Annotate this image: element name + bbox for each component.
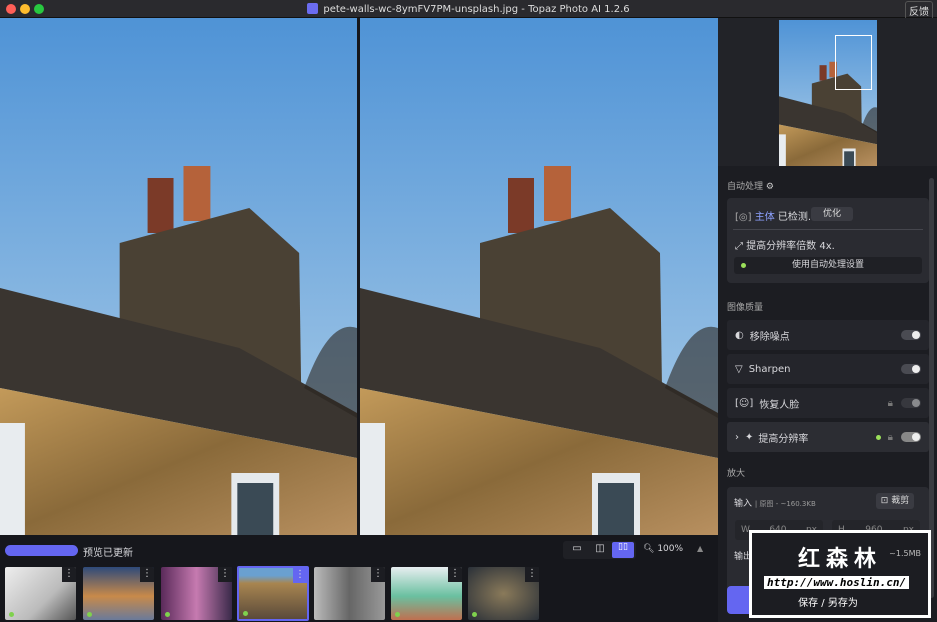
thumbnail[interactable]: ⋮ — [83, 567, 154, 620]
remove-noise-toggle[interactable] — [901, 330, 921, 340]
upscale-toggle[interactable] — [901, 432, 921, 442]
filter-label: 移除噪点 — [749, 331, 790, 343]
thumbnail[interactable]: ⋮ — [314, 567, 385, 620]
upscale-arrow-icon: ⤢ — [735, 241, 743, 252]
more-icon[interactable]: ⋮ — [218, 567, 232, 582]
preview-progress-bar — [5, 545, 78, 556]
watermark-url: http://www.hoslin.cn/ — [764, 576, 910, 589]
thumbnail-selected[interactable]: ⋮ — [237, 566, 309, 621]
more-icon[interactable]: ⋮ — [62, 567, 76, 582]
more-icon[interactable]: ⋮ — [140, 567, 154, 582]
sharpen-toggle[interactable] — [901, 364, 921, 374]
filter-label: 提高分辨率 — [758, 433, 809, 445]
subject-link[interactable]: 主体 — [755, 212, 775, 223]
filter-upscale[interactable]: › ✦ 提高分辨率 🔒︎ — [727, 422, 929, 452]
filter-face-recovery[interactable]: [☺] 恢复人脸 🔒︎ — [727, 388, 929, 418]
more-icon[interactable]: ⋮ — [448, 567, 462, 582]
zoom-value: 100% — [657, 544, 684, 554]
input-label: 输入 — [734, 499, 753, 509]
more-icon[interactable]: ⋮ — [525, 567, 539, 582]
auto-section-title: 自动处理 ⚙ — [727, 182, 774, 192]
title-bar: pete-walls-wc-8ymFV7PM-unsplash.jpg - To… — [0, 0, 937, 20]
enlarge-section-title: 放大 — [727, 469, 746, 479]
collapse-up-icon[interactable]: ▲ — [697, 544, 703, 553]
filter-label: Sharpen — [748, 363, 791, 375]
thumbnail[interactable]: ⋮ — [161, 567, 232, 620]
processed-preview[interactable] — [360, 18, 718, 535]
save-label: 保存 / 另存为 — [798, 598, 858, 609]
window-title-text: pete-walls-wc-8ymFV7PM-unsplash.jpg - To… — [323, 4, 630, 15]
lock-icon: 🔒︎ — [887, 431, 893, 443]
status-dot — [165, 612, 170, 617]
crop-label: 裁剪 — [891, 496, 910, 506]
status-dot — [472, 612, 477, 617]
zoom-control[interactable]: 🔍︎ 100% — [643, 544, 683, 554]
thumbnail[interactable]: ⋮ — [468, 567, 539, 620]
gear-icon[interactable]: ⚙ — [766, 182, 774, 192]
status-dot — [741, 263, 746, 268]
lock-icon: 🔒︎ — [887, 397, 893, 409]
face-icon: [☺] — [735, 397, 754, 409]
quality-section-title: 图像质量 — [727, 303, 764, 313]
filter-remove-noise[interactable]: ◐ 移除噪点 — [727, 320, 929, 350]
noise-icon: ◐ — [735, 329, 744, 341]
filter-label: 恢复人脸 — [759, 399, 800, 411]
navigator-viewport[interactable] — [835, 35, 872, 90]
single-view-icon[interactable]: ▭ — [567, 543, 587, 557]
face-recovery-toggle[interactable] — [901, 398, 921, 408]
auto-card: [◎] 主体 已检测. 优化 ⤢ 提高分辨率倍数 4x. 使用自动处理设置 — [727, 198, 929, 283]
thumbnail[interactable]: ⋮ — [391, 567, 462, 620]
more-icon[interactable]: ⋮ — [371, 567, 385, 582]
upscale-info: 提高分辨率倍数 4x. — [746, 241, 835, 252]
use-auto-label: 使用自动处理设置 — [791, 260, 864, 270]
optimize-button[interactable]: 优化 — [811, 207, 853, 221]
chevron-right-icon: › — [735, 431, 739, 443]
side-by-side-view-icon[interactable]: ▯▯ — [612, 542, 634, 558]
zoom-icon: 🔍︎ — [643, 544, 655, 554]
view-mode-group: ▭ ◫ ▯▯ — [563, 541, 636, 559]
status-dot — [395, 612, 400, 617]
active-dot — [876, 434, 881, 440]
subject-detect-icon: [◎] — [735, 212, 752, 223]
input-meta: | 原图 - ~160.3KB — [754, 500, 816, 508]
crop-icon: ⊡ — [880, 496, 889, 506]
use-auto-settings-button[interactable]: 使用自动处理设置 — [734, 257, 922, 274]
original-preview[interactable] — [0, 18, 357, 535]
thumbnail[interactable]: ⋮ — [5, 567, 76, 620]
sparkle-icon: ✦ — [745, 431, 754, 443]
status-dot — [87, 612, 92, 617]
detected-text: 已检测. — [777, 212, 812, 223]
navigator[interactable] — [718, 18, 937, 166]
divider — [733, 229, 923, 230]
app-logo-icon — [307, 3, 319, 14]
sharpen-icon: ▽ — [735, 363, 743, 375]
more-icon[interactable]: ⋮ — [293, 568, 307, 583]
output-size: ~1.5MB — [889, 549, 921, 558]
status-dot — [9, 612, 14, 617]
window-title: pete-walls-wc-8ymFV7PM-unsplash.jpg - To… — [0, 3, 937, 15]
split-view-icon[interactable]: ◫ — [590, 543, 610, 557]
crop-button[interactable]: ⊡ 裁剪 — [876, 493, 914, 509]
split-divider[interactable] — [357, 18, 360, 535]
preview-status: 预览已更新 — [83, 548, 133, 559]
filter-sharpen[interactable]: ▽ Sharpen — [727, 354, 929, 384]
status-dot — [243, 611, 248, 616]
